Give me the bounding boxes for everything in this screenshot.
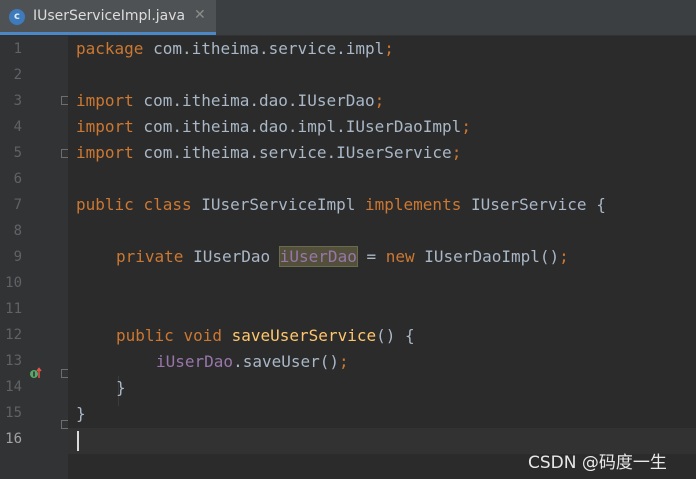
- line-number-current: 16: [5, 431, 22, 447]
- line-number: 12: [5, 327, 22, 343]
- code-editor[interactable]: package com.itheima.service.impl; import…: [68, 36, 696, 479]
- field-iuserdao-highlighted[interactable]: iUserDao: [278, 246, 358, 267]
- implements-method-icon[interactable]: [30, 367, 42, 379]
- csdn-watermark: CSDN @码度一生: [528, 453, 667, 473]
- text-caret: [77, 431, 79, 451]
- line-number: 14: [5, 379, 22, 395]
- line-number: 10: [5, 275, 22, 291]
- java-class-icon: c: [9, 9, 25, 25]
- line-number: 2: [13, 67, 22, 83]
- code-line-4: import com.itheima.dao.impl.IUserDaoImpl…: [76, 117, 471, 136]
- line-number: 1: [13, 41, 22, 57]
- code-line-7: public class IUserServiceImpl implements…: [76, 195, 606, 214]
- line-number-gutter[interactable]: 1 2 3 4 5 6 7 8 9 10 11 12 13 14 15 16: [0, 36, 70, 479]
- line-number: 13: [5, 353, 22, 369]
- code-line-12: public void saveUserService() {: [116, 326, 415, 345]
- line-number: 11: [5, 301, 22, 317]
- code-line-9: private IUserDao iUserDao = new IUserDao…: [116, 246, 569, 267]
- line-number: 9: [13, 249, 22, 265]
- code-line-3: import com.itheima.dao.IUserDao;: [76, 91, 385, 110]
- line-number: 4: [13, 119, 22, 135]
- editor-tab-bar: c IUserServiceImpl.java ✕: [0, 0, 696, 36]
- line-number: 15: [5, 405, 22, 421]
- close-icon[interactable]: ✕: [194, 7, 206, 23]
- line-number: 8: [13, 223, 22, 239]
- tab-title: IUserServiceImpl.java: [33, 8, 186, 24]
- line-number: 6: [13, 171, 22, 187]
- code-line-13: iUserDao.saveUser();: [156, 352, 349, 371]
- line-number: 3: [13, 93, 22, 109]
- code-line-15: }: [76, 404, 86, 423]
- code-line-1: package com.itheima.service.impl;: [76, 39, 394, 58]
- tab-iuserserviceimpl[interactable]: c IUserServiceImpl.java ✕: [0, 0, 216, 35]
- line-number: 5: [13, 145, 22, 161]
- code-line-5: import com.itheima.service.IUserService;: [76, 143, 462, 162]
- line-number: 7: [13, 197, 22, 213]
- code-line-14: }: [116, 378, 126, 397]
